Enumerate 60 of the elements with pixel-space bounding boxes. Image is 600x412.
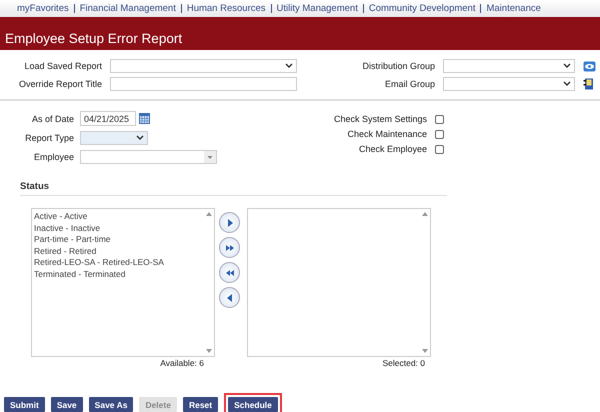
field-label: Email Group [384, 79, 435, 89]
checkbox[interactable] [435, 114, 444, 124]
double-triangle-right-icon [226, 244, 234, 252]
field-label: Employee [32, 152, 74, 162]
address-book-icon[interactable] [583, 78, 594, 90]
triangle-left-icon [226, 294, 234, 302]
field-label: Load Saved Report [23, 61, 102, 71]
action-button[interactable]: Save As [88, 397, 134, 412]
checkbox-label: Check Employee [358, 144, 427, 154]
action-button[interactable]: Save [50, 397, 83, 412]
scroll-up-icon[interactable] [422, 212, 428, 216]
scroll-up-icon[interactable] [206, 212, 212, 216]
email-group-select[interactable] [443, 77, 575, 91]
selected-count: Selected: 0 [381, 358, 425, 368]
checkbox-label: Check Maintenance [346, 129, 427, 139]
list-item[interactable]: Part-time - Part-time [34, 234, 214, 246]
page-title: Employee Setup Error Report [5, 31, 182, 46]
date-field[interactable]: 04/21/2025 [80, 111, 136, 126]
eye-icon[interactable] [583, 60, 596, 72]
scroll-down-icon[interactable] [206, 349, 212, 353]
checkbox[interactable] [435, 144, 444, 154]
field-label: Report Type [24, 133, 74, 143]
selected-list[interactable] [247, 208, 431, 357]
list-item[interactable]: Inactive - Inactive [34, 222, 214, 234]
move-all-right-button[interactable] [219, 237, 240, 258]
report-title-field[interactable] [110, 77, 297, 91]
checkbox[interactable] [435, 130, 444, 138]
action-button[interactable]: Reset [182, 397, 218, 412]
chevron-down-icon [285, 63, 293, 69]
field-label: Override Report Title [18, 79, 102, 89]
distribution-group-select[interactable] [443, 59, 575, 73]
available-count: Available: 6 [159, 358, 204, 368]
available-list[interactable]: Active - Active Inactive - Inactive Part-time - Part-time Retired - Retired Retired-LEO-SA - Retired-LEO-SA Terminated - Terminated [31, 208, 215, 357]
chevron-down-icon [563, 63, 571, 69]
field-label: As of Date [30, 114, 74, 124]
action-button[interactable]: Schedule [228, 397, 278, 412]
nav-link[interactable]: Community Development [368, 3, 476, 14]
nav-link[interactable]: Utility Management [276, 3, 358, 14]
nav-link[interactable]: Financial Management [80, 3, 176, 14]
action-button[interactable]: Submit [4, 397, 45, 412]
list-item[interactable]: Retired-LEO-SA - Retired-LEO-SA [34, 257, 214, 268]
chevron-down-icon [136, 135, 144, 141]
saved-report-select[interactable] [110, 59, 297, 73]
field-label: Distribution Group [361, 61, 435, 71]
list-item[interactable]: Terminated - Terminated [34, 268, 214, 280]
move-right-button[interactable] [219, 212, 240, 233]
move-left-button[interactable] [219, 287, 240, 308]
triangle-right-icon [226, 218, 234, 226]
chevron-down-icon [563, 81, 571, 87]
calendar-icon[interactable] [139, 113, 150, 124]
nav-link[interactable]: Human Resources [186, 3, 266, 14]
nav-link[interactable]: myFavorites [17, 3, 69, 14]
scroll-down-icon[interactable] [422, 349, 428, 353]
list-item[interactable]: Retired - Retired [34, 246, 214, 257]
checkbox-label: Check System Settings [332, 114, 427, 124]
move-all-left-button[interactable] [219, 262, 240, 283]
nav-link[interactable]: Maintenance [486, 3, 541, 14]
double-triangle-left-icon [226, 268, 234, 276]
list-item[interactable]: Active - Active [34, 211, 214, 222]
section-heading: Status [20, 181, 447, 196]
